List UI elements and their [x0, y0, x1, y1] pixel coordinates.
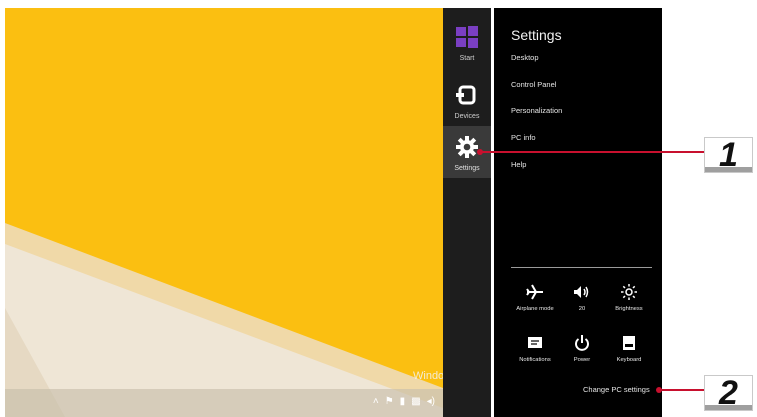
gear-icon [456, 136, 478, 158]
notifications-label: Notifications [519, 357, 551, 363]
callout-1-line [480, 151, 705, 153]
charm-start[interactable]: Start [443, 16, 491, 68]
system-tray: ˄ ⚑ ▮ ▩ ◂) [373, 396, 435, 407]
airplane-mode-label: Airplane mode [516, 306, 554, 312]
callout-2-shadow [705, 405, 752, 410]
tray-chevron-icon[interactable]: ˄ [373, 396, 379, 407]
power-label: Power [573, 357, 591, 363]
callout-1-shadow [705, 167, 752, 172]
desktop-background: Windo E ˄ ⚑ ▮ ▩ ◂) [5, 8, 443, 417]
flag-icon[interactable]: ⚑ [385, 396, 394, 407]
settings-panel: Settings Desktop Control Panel Personali… [494, 8, 662, 417]
volume-button[interactable]: 20 [556, 284, 608, 312]
charms-bar: Start Devices Settings [443, 8, 491, 417]
brightness-label: Brightness [615, 306, 643, 312]
menu-item-control-panel[interactable]: Control Panel [511, 80, 556, 89]
menu-item-help[interactable]: Help [511, 160, 526, 169]
windows-logo-icon [456, 26, 478, 48]
keyboard-label: Keyboard [616, 357, 642, 363]
charm-devices-label: Devices [454, 113, 480, 120]
notifications-icon [528, 337, 542, 348]
callout-1-badge: 1 [704, 136, 753, 174]
windows-watermark: Windo [413, 370, 443, 382]
network-icon[interactable]: ▩ [411, 396, 420, 407]
callout-2-line [659, 389, 705, 391]
notifications-button[interactable]: Notifications [509, 335, 561, 363]
speaker-icon[interactable]: ◂) [427, 396, 435, 407]
menu-item-desktop[interactable]: Desktop [511, 53, 539, 62]
devices-icon [456, 85, 476, 105]
battery-icon[interactable]: ▮ [400, 396, 406, 407]
menu-item-personalization[interactable]: Personalization [511, 106, 562, 115]
desktop-wallpaper [5, 8, 443, 417]
volume-icon [574, 286, 589, 298]
airplane-mode-button[interactable]: Airplane mode [509, 284, 561, 312]
menu-item-pc-info[interactable]: PC info [511, 133, 536, 142]
brightness-icon [621, 284, 637, 300]
charm-devices[interactable]: Devices [443, 74, 491, 126]
power-icon [575, 335, 589, 351]
divider [511, 267, 652, 268]
change-pc-settings-link[interactable]: Change PC settings [583, 385, 650, 394]
volume-label: 20 [578, 306, 586, 312]
power-button[interactable]: Power [556, 335, 608, 363]
brightness-button[interactable]: Brightness [603, 284, 655, 312]
keyboard-icon [623, 336, 635, 350]
callout-2-badge: 2 [704, 374, 753, 412]
keyboard-button[interactable]: Keyboard [603, 335, 655, 363]
charm-settings-label: Settings [454, 165, 480, 172]
airplane-icon [526, 284, 543, 300]
panel-title: Settings [511, 27, 562, 43]
charm-start-label: Start [459, 55, 475, 62]
taskbar: ˄ ⚑ ▮ ▩ ◂) [5, 389, 443, 417]
